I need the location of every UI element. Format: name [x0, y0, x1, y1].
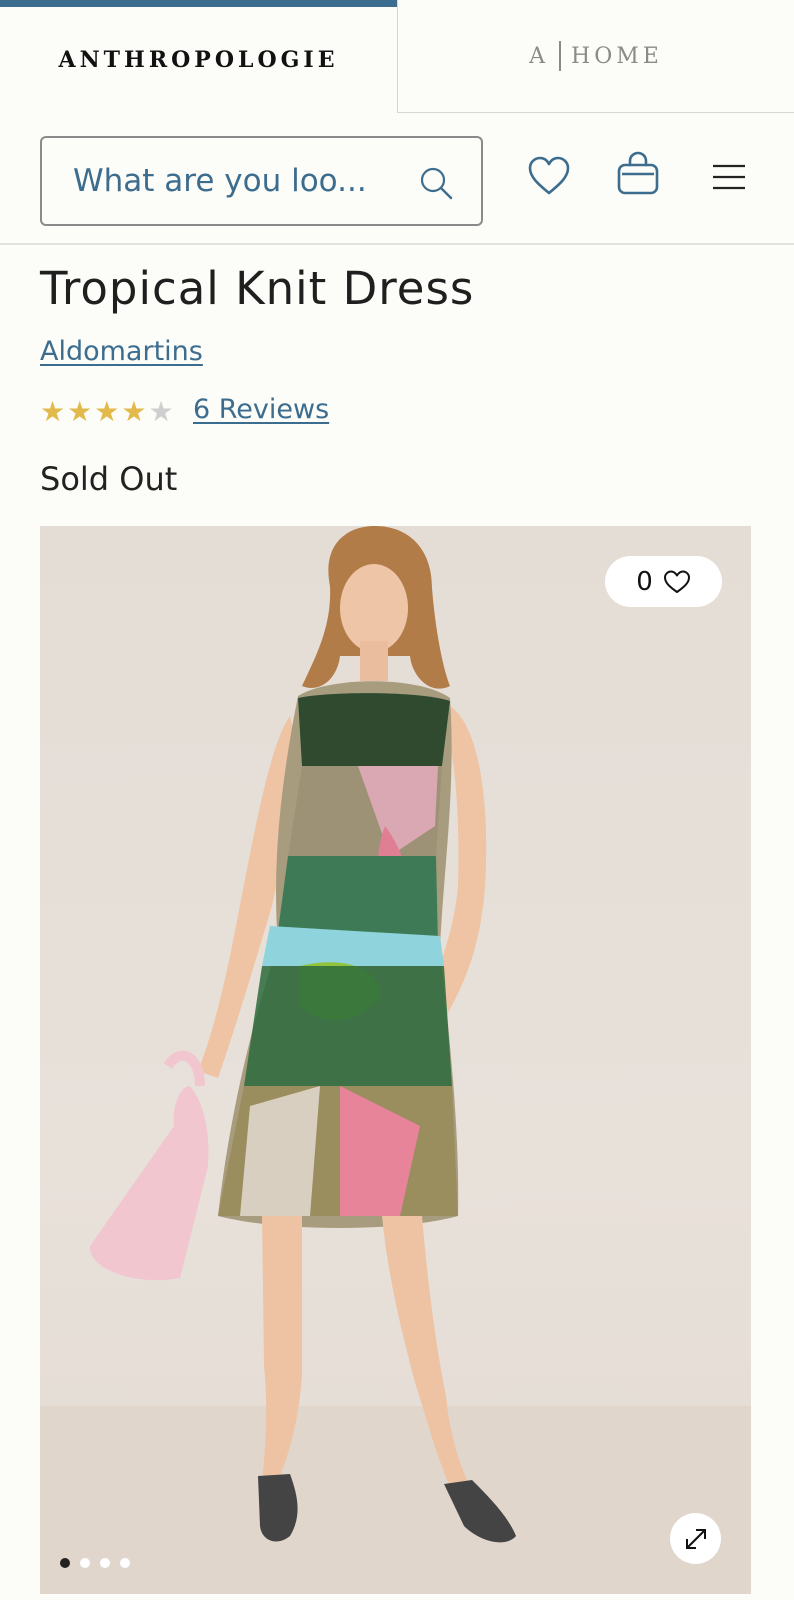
search-box[interactable] — [40, 136, 483, 226]
home-logo: A HOME — [529, 41, 663, 71]
heart-icon — [663, 570, 690, 593]
carousel-dot[interactable] — [120, 1558, 130, 1568]
shopping-bag-icon[interactable] — [616, 149, 660, 197]
favorite-count-button[interactable]: 0 — [605, 556, 722, 607]
star-icon: ★ — [121, 395, 147, 428]
star-icon: ★ — [94, 395, 120, 428]
carousel-dots — [60, 1558, 130, 1568]
home-logo-letter: A — [529, 43, 550, 69]
tab-home[interactable]: A HOME — [397, 0, 794, 113]
carousel-dot[interactable] — [60, 1558, 70, 1568]
tab-anthropologie[interactable]: ANTHROPOLOGIE — [0, 0, 397, 113]
home-logo-divider — [559, 41, 562, 71]
expand-icon — [685, 1528, 706, 1549]
anthropologie-logo: ANTHROPOLOGIE — [58, 47, 339, 73]
home-logo-text: HOME — [571, 43, 663, 69]
availability-status: Sold Out — [40, 460, 178, 498]
favorite-count: 0 — [636, 566, 653, 597]
wishlist-heart-icon[interactable] — [526, 153, 572, 199]
star-icon: ★ — [148, 395, 174, 428]
hamburger-menu-icon[interactable] — [711, 163, 747, 191]
reviews-link[interactable]: 6 Reviews — [193, 394, 329, 425]
search-icon[interactable] — [419, 166, 453, 200]
product-photo — [40, 526, 751, 1594]
product-title: Tropical Knit Dress — [40, 262, 475, 315]
expand-image-button[interactable] — [670, 1513, 721, 1564]
product-brand-link[interactable]: Aldomartins — [40, 336, 203, 367]
carousel-dot[interactable] — [100, 1558, 110, 1568]
carousel-dot[interactable] — [80, 1558, 90, 1568]
search-input[interactable] — [73, 163, 403, 199]
rating-stars: ★ ★ ★ ★ ★ — [40, 398, 174, 426]
product-image-gallery[interactable]: 0 — [40, 526, 751, 1594]
brand-tabs: ANTHROPOLOGIE A HOME — [0, 0, 794, 113]
site-header — [0, 113, 794, 245]
star-icon: ★ — [67, 395, 93, 428]
star-icon: ★ — [40, 395, 66, 428]
